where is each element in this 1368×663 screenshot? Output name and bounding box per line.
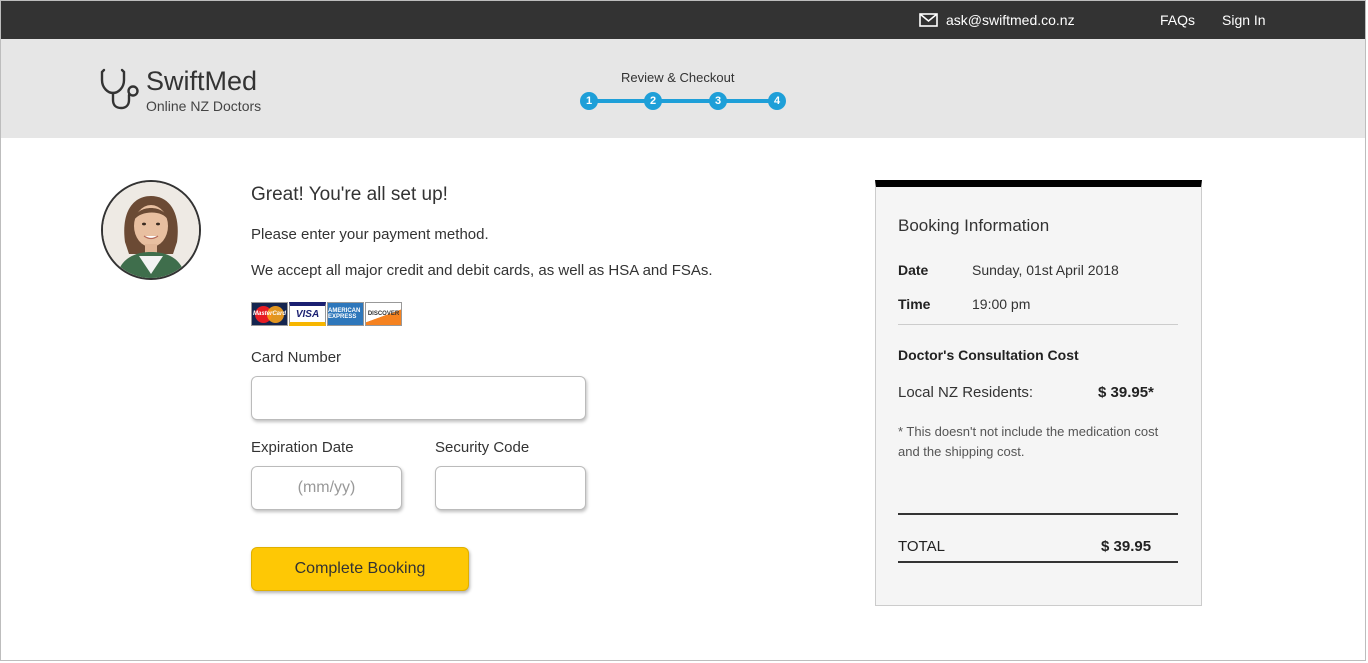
payment-instruction: Please enter your payment method. — [251, 226, 489, 243]
step-2: 2 — [644, 92, 662, 110]
mastercard-icon: MasterCard — [251, 302, 288, 326]
time-label: Time — [898, 296, 931, 312]
card-logos: MasterCard VISA AMERICAN EXPRESS DISCOVE… — [251, 302, 402, 326]
contact-email[interactable]: ask@swiftmed.co.nz — [919, 12, 1075, 28]
booking-info-panel: Booking Information Date Sunday, 01st Ap… — [875, 180, 1202, 606]
envelope-icon — [919, 13, 938, 27]
faqs-link[interactable]: FAQs — [1160, 12, 1195, 28]
total-divider-top — [898, 513, 1178, 515]
security-code-input[interactable] — [435, 466, 586, 510]
step-4: 4 — [768, 92, 786, 110]
consultation-cost-heading: Doctor's Consultation Cost — [898, 347, 1079, 363]
page-frame: ask@swiftmed.co.nz FAQs Sign In SwiftMed… — [0, 0, 1366, 661]
mastercard-label: MasterCard — [252, 311, 286, 317]
visa-label: VISA — [295, 308, 320, 320]
date-value: Sunday, 01st April 2018 — [972, 262, 1119, 278]
doctor-portrait-icon — [103, 182, 199, 278]
brand-logo[interactable]: SwiftMed Online NZ Doctors — [100, 66, 261, 114]
complete-booking-button[interactable]: Complete Booking — [251, 547, 469, 591]
brand-tagline: Online NZ Doctors — [146, 98, 262, 114]
accepted-cards-note: We accept all major credit and debit car… — [251, 262, 713, 279]
contact-email-text: ask@swiftmed.co.nz — [946, 12, 1075, 28]
total-divider-bottom — [898, 561, 1178, 563]
card-number-input[interactable] — [251, 376, 586, 420]
cost-note: * This doesn't not include the medicatio… — [898, 424, 1159, 459]
discover-label: DISCOVER — [367, 311, 400, 317]
amex-label: AMERICAN EXPRESS — [328, 308, 361, 320]
expiration-date-label: Expiration Date — [251, 439, 354, 456]
page-title: Great! You're all set up! — [251, 184, 448, 205]
doctor-avatar — [101, 180, 201, 280]
stethoscope-icon — [100, 68, 139, 110]
divider — [898, 324, 1178, 325]
total-label: TOTAL — [898, 538, 945, 555]
discover-icon: DISCOVER — [365, 302, 402, 326]
resident-label: Local NZ Residents: — [898, 384, 1034, 401]
security-code-label: Security Code — [435, 439, 530, 456]
site-header: SwiftMed Online NZ Doctors Review & Chec… — [1, 39, 1365, 138]
amex-icon: AMERICAN EXPRESS — [327, 302, 364, 326]
expiration-date-input[interactable] — [251, 466, 402, 510]
step-1: 1 — [580, 92, 598, 110]
brand-name: SwiftMed — [146, 66, 258, 96]
time-value: 19:00 pm — [972, 296, 1031, 312]
sign-in-link[interactable]: Sign In — [1222, 12, 1266, 28]
step-3: 3 — [709, 92, 727, 110]
date-label: Date — [898, 262, 929, 278]
top-bar: ask@swiftmed.co.nz FAQs Sign In — [1, 1, 1365, 39]
progress-label: Review & Checkout — [621, 70, 735, 85]
card-number-label: Card Number — [251, 349, 342, 366]
booking-info-title: Booking Information — [898, 216, 1050, 235]
total-value: $ 39.95 — [1101, 538, 1152, 555]
progress-line — [588, 99, 778, 103]
resident-price: $ 39.95* — [1098, 384, 1154, 401]
progress-steps: 1 2 3 4 — [580, 92, 788, 110]
visa-icon: VISA — [289, 302, 326, 326]
